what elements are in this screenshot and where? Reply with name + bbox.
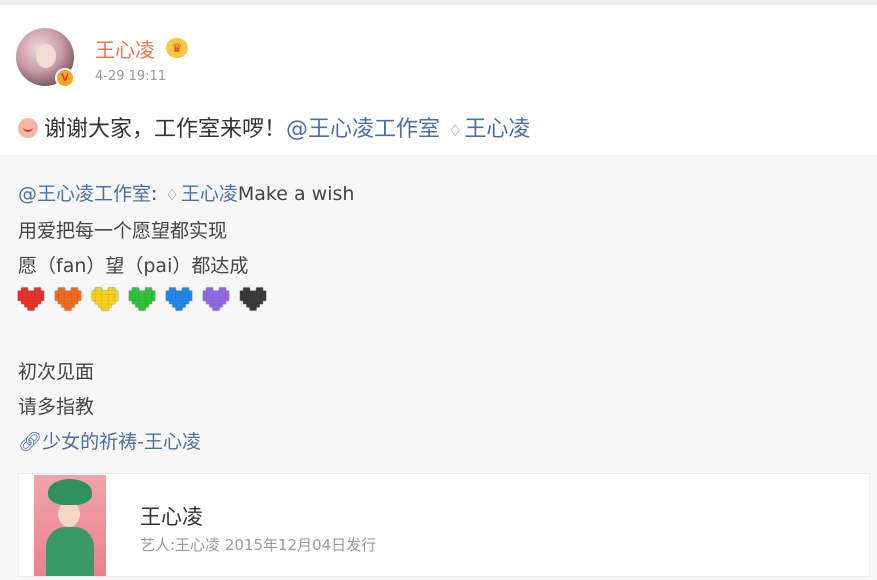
link-icon: 🔗︎	[18, 431, 43, 453]
diamond-icon: ♢	[448, 121, 463, 140]
music-link[interactable]: 🔗︎少女的祈祷-王心凌	[18, 427, 201, 454]
music-link-label[interactable]: 少女的祈祷-王心凌	[42, 431, 201, 453]
repost-topic-link[interactable]: 王心凌	[181, 183, 238, 205]
diamond-icon: ♢	[165, 186, 179, 204]
card-subtitle: 艺人:王心凌 2015年12月04日发行	[140, 536, 377, 554]
repost-colon: :	[151, 183, 158, 205]
emoji-icon	[18, 118, 38, 138]
heart-icon	[129, 287, 155, 311]
heart-icon	[18, 287, 44, 311]
repost-mention-link[interactable]: @王心凌工作室	[18, 183, 151, 205]
verified-badge-icon: V	[55, 68, 75, 88]
post-time[interactable]: 4-29 19:11	[95, 69, 166, 84]
mention-link[interactable]: @王心凌工作室	[286, 117, 440, 142]
repost-line-2: 用爱把每一个愿望都实现	[18, 220, 228, 242]
heart-icon	[203, 287, 229, 311]
repost-area: @王心凌工作室: ♢ 王心凌Make a wish 用爱把每一个愿望都实现 愿（fa…	[0, 155, 877, 580]
post-text-content: 谢谢大家，工作室来啰！	[44, 117, 287, 142]
heart-icon	[166, 287, 192, 311]
avatar-face	[36, 44, 56, 68]
heart-icon	[240, 287, 266, 311]
repost-line-3: 愿（fan）望（pai）都达成	[18, 255, 249, 277]
weibo-post: V 王心凌 ♛ 4-29 19:11 谢谢大家，工作室来啰！@王心凌工作室 ♢王心…	[0, 5, 877, 155]
topic-link[interactable]: 王心凌	[464, 117, 530, 142]
heart-icon	[55, 287, 81, 311]
crown-icon[interactable]: ♛	[166, 38, 188, 58]
album-cover	[34, 475, 106, 576]
repost-line-1-text: Make a wish	[237, 183, 355, 205]
music-card[interactable]: 王心凌 艺人:王心凌 2015年12月04日发行	[18, 473, 870, 577]
repost-line-1: @王心凌工作室: ♢ 王心凌Make a wish	[18, 179, 354, 206]
repost-line-5: 初次见面	[18, 361, 95, 383]
album-figure-hat	[48, 479, 92, 505]
heart-icon	[92, 287, 118, 311]
repost-line-6: 请多指教	[18, 396, 95, 418]
album-figure-body	[46, 527, 94, 576]
hearts-row	[18, 287, 266, 311]
post-text: 谢谢大家，工作室来啰！@王心凌工作室 ♢王心凌	[18, 111, 530, 143]
username[interactable]: 王心凌	[95, 34, 155, 63]
card-title: 王心凌	[140, 505, 203, 529]
